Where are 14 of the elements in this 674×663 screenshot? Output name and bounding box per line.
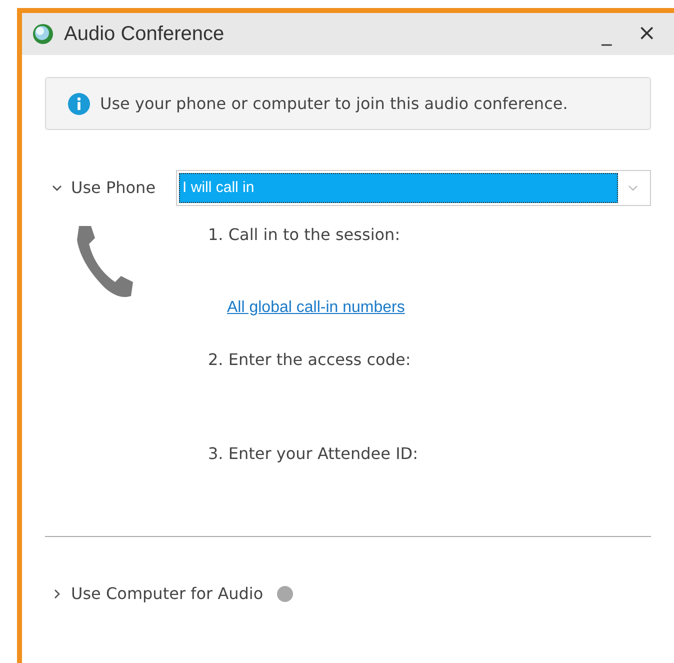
info-text: Use your phone or computer to join this audio conference.: [100, 92, 568, 114]
window-title: Audio Conference: [64, 22, 224, 47]
step-text: 2. Enter the access code:: [208, 349, 412, 371]
section-toggle[interactable]: Use Computer for Audio: [45, 582, 264, 606]
help-icon[interactable]: [277, 586, 294, 602]
close-button[interactable]: ×: [634, 23, 660, 45]
info-icon: [68, 92, 90, 114]
app-logo-icon: [32, 23, 54, 45]
minimize-button[interactable]: _: [598, 24, 616, 44]
phone-handset-icon: [75, 224, 135, 300]
step-text: 1. Call in to the session:: [208, 224, 402, 246]
call-in-numbers-link[interactable]: All global call-in numbers: [227, 296, 405, 320]
section-toggle[interactable]: Use Phone: [45, 176, 156, 200]
step-text: 3. Enter your Attendee ID:: [208, 443, 418, 465]
